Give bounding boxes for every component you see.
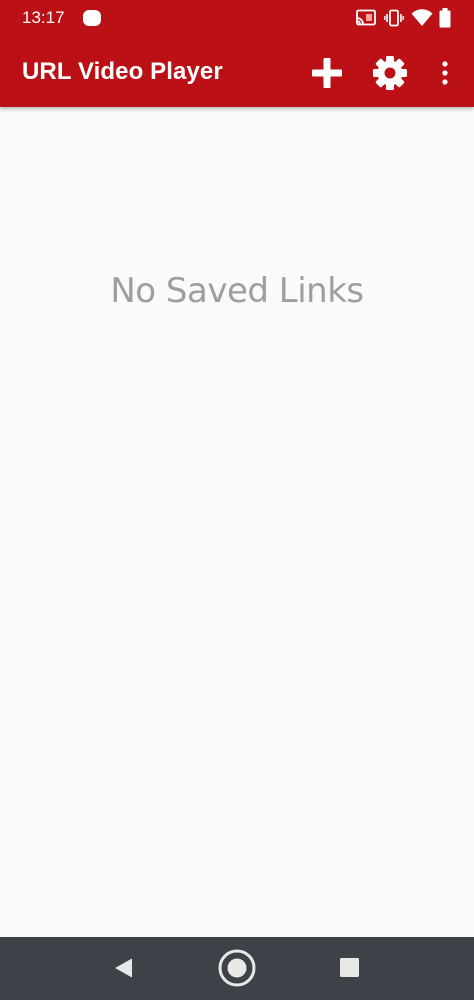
app-bar: 13:17 URL Video Player — [0, 0, 474, 107]
status-bar: 13:17 — [0, 0, 474, 36]
home-button[interactable] — [214, 945, 260, 991]
back-button[interactable] — [104, 947, 144, 989]
recents-square-icon — [340, 958, 359, 977]
add-button[interactable] — [306, 52, 348, 94]
links-list-area: No Saved Links — [0, 107, 474, 937]
battery-icon — [439, 8, 451, 28]
settings-button[interactable] — [369, 52, 411, 94]
system-nav-bar — [0, 937, 474, 1000]
vibrate-icon — [384, 9, 404, 27]
recents-button[interactable] — [330, 948, 370, 988]
cast-icon — [356, 9, 376, 26]
notification-icon — [83, 10, 101, 26]
more-options-button[interactable] — [431, 52, 459, 94]
app-title: URL Video Player — [22, 58, 223, 85]
home-circle-icon — [218, 949, 256, 987]
wifi-icon — [411, 9, 433, 26]
more-vertical-icon — [442, 61, 448, 85]
empty-state-message: No Saved Links — [110, 271, 364, 311]
back-triangle-icon — [115, 958, 132, 978]
plus-icon — [312, 58, 342, 88]
gear-icon — [373, 56, 407, 90]
status-time: 13:17 — [22, 8, 65, 27]
